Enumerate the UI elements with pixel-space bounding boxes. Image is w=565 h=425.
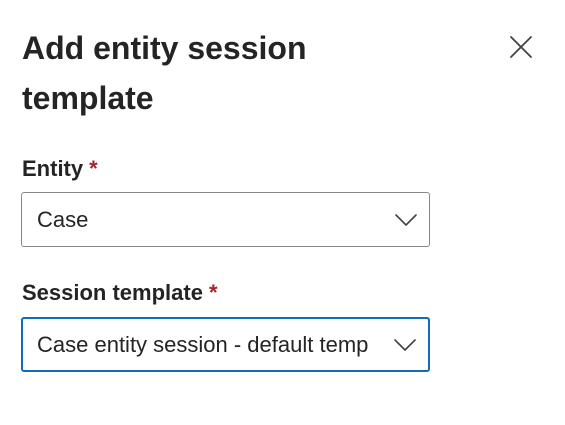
session-template-required-marker: * bbox=[208, 280, 218, 305]
dialog-title: Add entity session template bbox=[22, 30, 307, 116]
close-icon bbox=[510, 36, 532, 58]
chevron-down-icon bbox=[395, 213, 417, 227]
chevron-down-icon bbox=[394, 338, 416, 352]
entity-label: Entity * bbox=[22, 155, 98, 183]
session-template-dropdown-value: Case entity session - default template bbox=[37, 331, 368, 357]
entity-dropdown-value: Case bbox=[37, 206, 89, 232]
session-template-label: Session template * bbox=[22, 279, 218, 307]
entity-label-text: Entity bbox=[22, 156, 84, 181]
entity-required-marker: * bbox=[89, 156, 98, 181]
close-button[interactable] bbox=[504, 30, 538, 64]
session-template-dropdown[interactable]: Case entity session - default template bbox=[21, 317, 430, 372]
add-entity-session-template-panel: Add entity session template Entity * Case… bbox=[0, 0, 565, 425]
session-template-label-text: Session template bbox=[22, 280, 203, 305]
entity-dropdown[interactable]: Case bbox=[21, 192, 430, 247]
